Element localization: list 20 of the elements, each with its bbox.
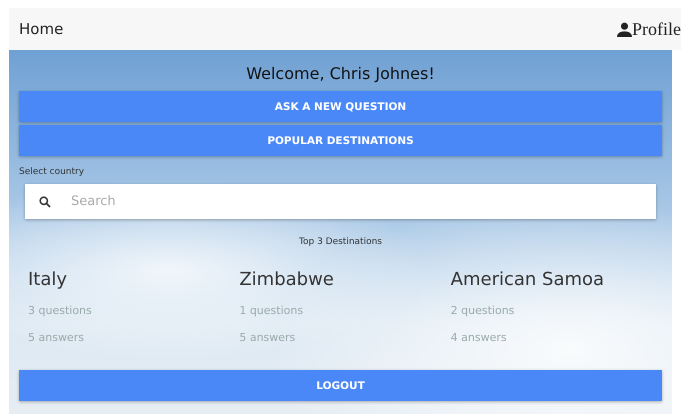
question-count: 1 questions	[239, 304, 304, 317]
question-count: 2 questions	[450, 304, 516, 317]
person-icon	[617, 22, 632, 36]
answer-count: 4 answers	[450, 331, 508, 344]
profile-link[interactable]: Profile	[617, 18, 681, 40]
home-link[interactable]: Home	[19, 20, 64, 38]
answer-count: 5 answers	[239, 331, 296, 344]
answer-count: 5 answers	[28, 331, 85, 344]
search-field[interactable]: Search	[25, 184, 656, 219]
field-label: Select country	[19, 167, 86, 177]
destination-name: Italy	[28, 269, 68, 290]
destination-name: Zimbabwe	[239, 269, 335, 290]
question-count: 3 questions	[28, 304, 93, 317]
search-icon	[39, 196, 51, 208]
logout-button[interactable]: LOGOUT	[19, 370, 662, 401]
menu-button[interactable]: ASK A NEW QUESTION	[19, 91, 662, 122]
menu-button[interactable]: POPULAR DESTINATIONS	[19, 125, 662, 156]
welcome-heading: Welcome, Chris Johnes!	[245, 64, 436, 83]
destination-name: American Samoa	[450, 269, 606, 290]
section-title: Top 3 Destinations	[298, 237, 383, 247]
